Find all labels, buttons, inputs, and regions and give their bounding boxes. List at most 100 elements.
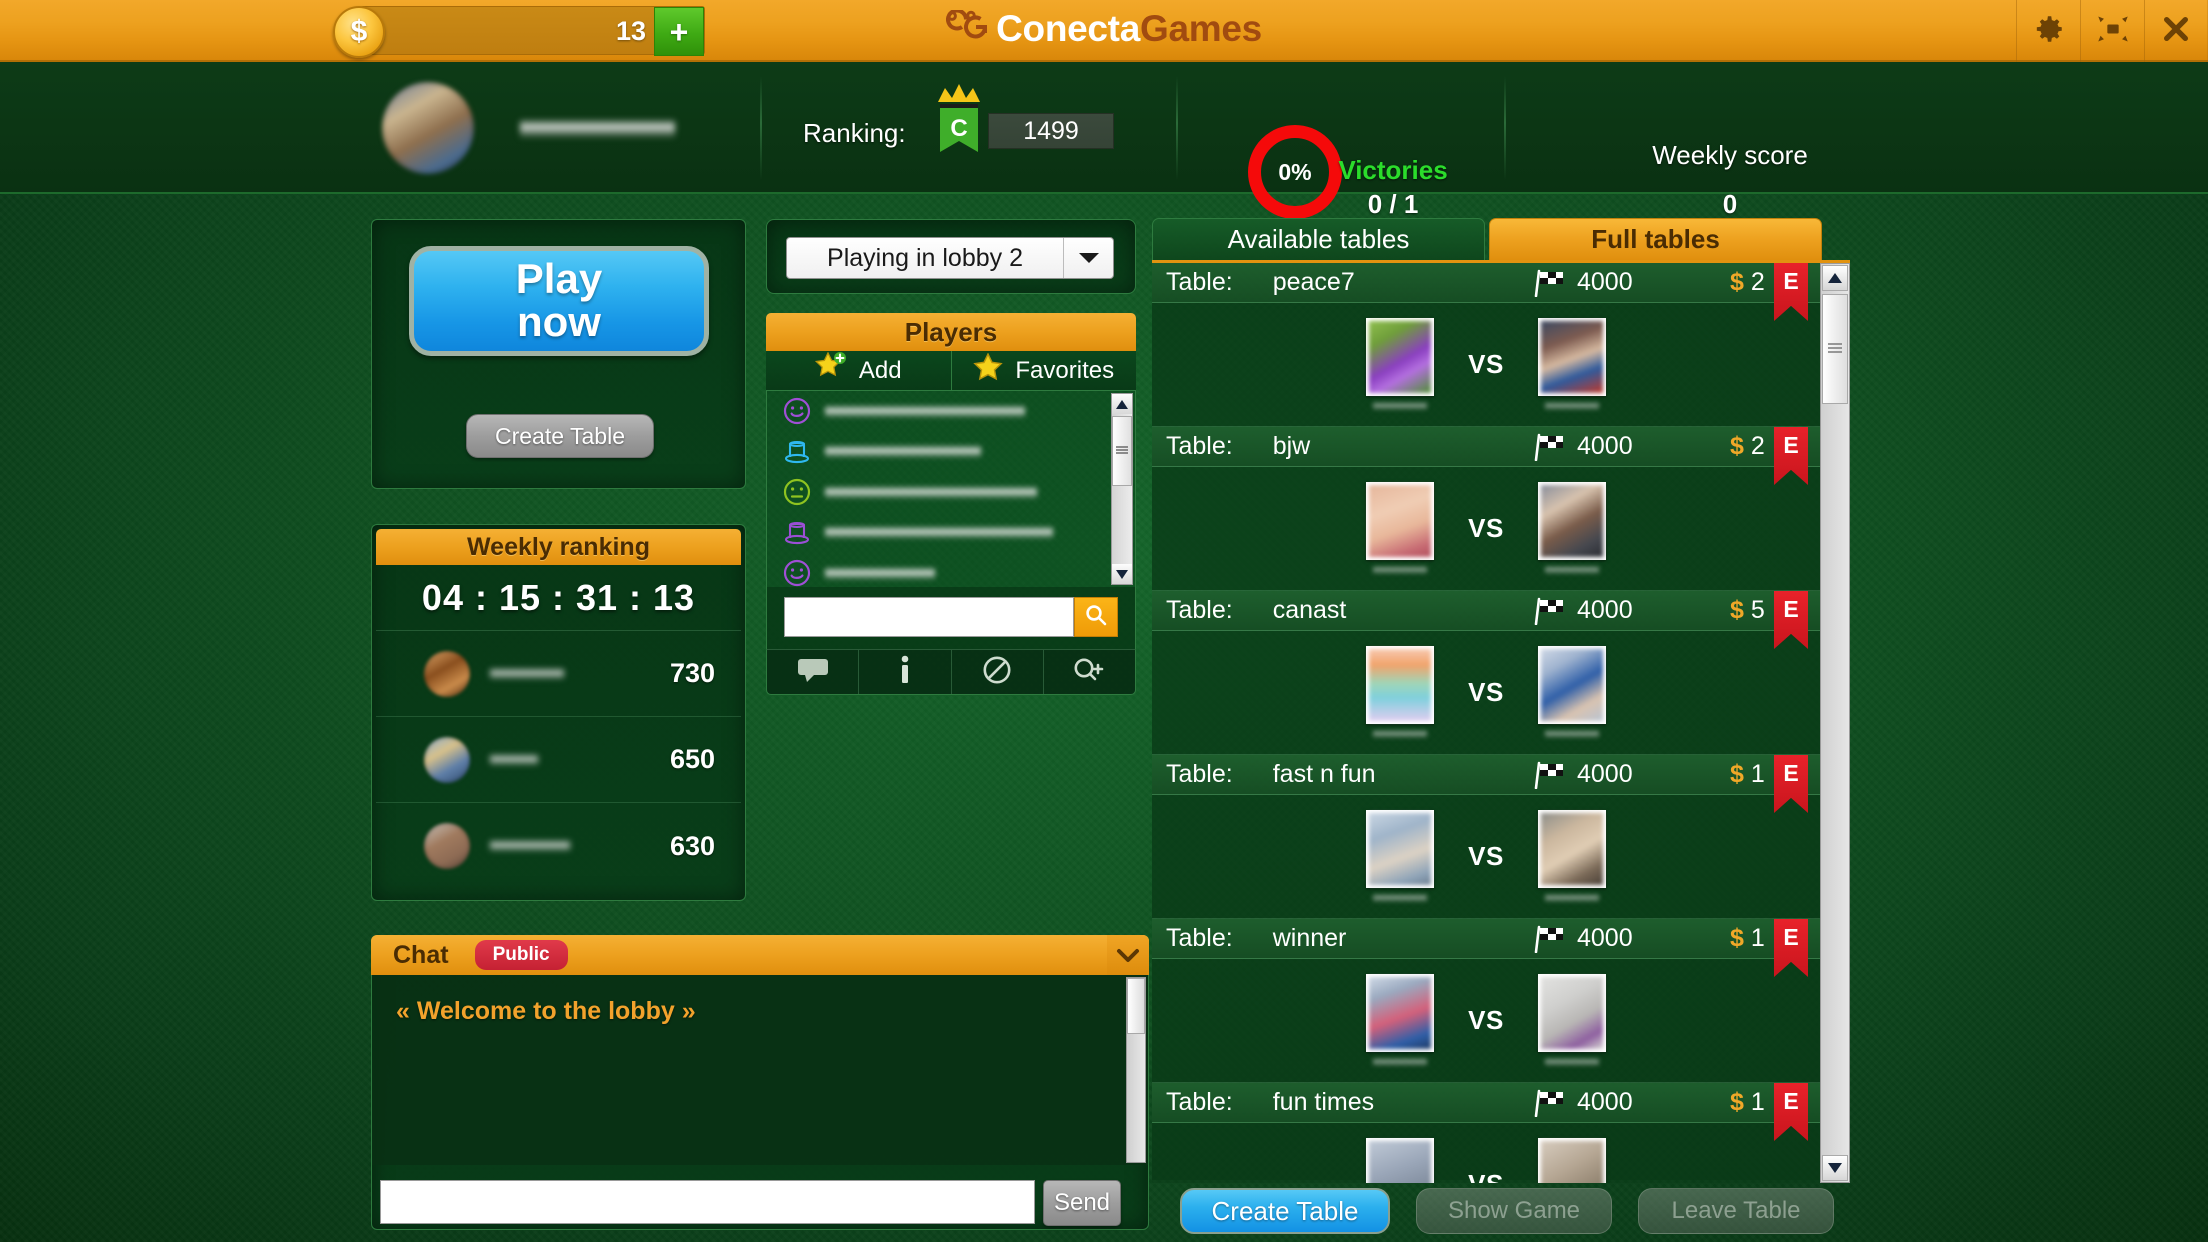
player-list-item[interactable] (767, 391, 1135, 432)
settings-button[interactable] (2016, 0, 2080, 62)
player-name (825, 402, 1025, 420)
star-plus-icon (814, 351, 847, 389)
weekly-ranking-row[interactable]: 630 (376, 803, 741, 889)
table-label: Table: (1166, 432, 1233, 460)
table-player-right (1537, 1138, 1606, 1183)
avatar (424, 736, 470, 783)
weekly-ranking-title: Weekly ranking (376, 529, 741, 565)
weekly-ranking-row[interactable]: 730 (376, 631, 741, 717)
chat-input[interactable] (380, 1180, 1035, 1224)
dollar-icon: $ (1730, 268, 1744, 296)
smiley-icon (777, 397, 817, 425)
table-row-body: VS (1152, 959, 1820, 1082)
ranking-label: Ranking: (803, 118, 906, 148)
close-button[interactable] (2144, 0, 2208, 62)
table-fee-value: 1 (1750, 1088, 1765, 1116)
lobby-select-value: Playing in lobby 2 (827, 243, 1023, 272)
table-row[interactable]: Table: winner 4000 $1 E VS (1152, 919, 1820, 1083)
weekly-ranking-score: 730 (669, 658, 715, 688)
table-fee: $1 (1730, 1088, 1765, 1117)
chevron-down-icon (1115, 940, 1141, 971)
chat-scrollbar[interactable] (1126, 977, 1146, 1163)
table-points: 4000 (1577, 596, 1633, 624)
player-name (825, 483, 1037, 501)
player-name (490, 665, 564, 682)
player-list-item[interactable] (767, 513, 1135, 554)
search-player-action-button[interactable] (1044, 650, 1135, 694)
table-row[interactable]: Table:fun times4000$1EVS (1152, 1083, 1820, 1183)
avatar (1366, 318, 1435, 396)
tab-full-tables[interactable]: Full tables (1489, 218, 1822, 260)
info-action-button[interactable] (859, 650, 952, 694)
avatar[interactable] (382, 82, 474, 174)
tables-list[interactable]: Table: peace7 4000 $2 E VS Table: bjw 4000 $2 E VS T… (1152, 263, 1820, 1183)
table-name: peace7 (1272, 268, 1355, 296)
table-name: fun times (1272, 1088, 1375, 1116)
player-name (825, 564, 935, 582)
search-input[interactable] (784, 597, 1074, 637)
header-divider-3 (1504, 76, 1506, 180)
triangle-down-icon[interactable] (1822, 1155, 1848, 1181)
players-list[interactable] (766, 391, 1136, 587)
table-row[interactable]: Table: fast n fun 4000 $1 E VS (1152, 755, 1820, 919)
send-button[interactable]: Send (1043, 1180, 1121, 1226)
players-favorites-tab[interactable]: Favorites (951, 351, 1136, 390)
avatar (1366, 482, 1435, 560)
table-player-left (1366, 810, 1435, 903)
table-row-body: VS (1152, 303, 1820, 426)
tab-available-tables[interactable]: Available tables (1152, 218, 1485, 260)
chat-scroll-thumb[interactable] (1127, 978, 1145, 1034)
table-row[interactable]: Table: canast 4000 $5 E VS (1152, 591, 1820, 755)
triangle-down-icon[interactable] (1112, 564, 1132, 584)
dollar-icon: $ (1730, 1088, 1744, 1116)
avatar (424, 823, 470, 869)
neutral-icon (777, 478, 817, 506)
table-fee: $5 (1730, 596, 1765, 625)
checkered-flag-icon (1532, 761, 1566, 789)
checkered-flag-icon (1532, 1089, 1566, 1117)
avatar (1366, 1138, 1435, 1183)
table-fee-value: 2 (1750, 432, 1765, 460)
play-now-button[interactable]: Play now (409, 246, 709, 356)
triangle-up-icon[interactable] (1112, 394, 1132, 414)
chat-title: Chat (393, 940, 449, 969)
lobby-select[interactable]: Playing in lobby 2 (786, 237, 1114, 279)
chat-action-button[interactable] (767, 650, 860, 694)
victories-label: Victories (1338, 155, 1448, 185)
block-action-button[interactable] (952, 650, 1044, 694)
chevron-down-icon (1063, 238, 1113, 278)
player-list-item[interactable] (767, 553, 1135, 587)
tables-scroll-thumb[interactable] (1822, 294, 1848, 404)
player-list-item[interactable] (767, 472, 1135, 513)
players-scroll-thumb[interactable] (1112, 416, 1132, 486)
create-table-button-left[interactable]: Create Table (466, 414, 654, 458)
player-name (490, 751, 538, 768)
create-table-button[interactable]: Create Table (1180, 1188, 1390, 1234)
chat-collapse-button[interactable] (1107, 935, 1149, 975)
table-row[interactable]: Table: bjw 4000 $2 E VS (1152, 427, 1820, 591)
chat-channel-badge[interactable]: Public (474, 940, 568, 970)
weekly-ranking-timer: 04 : 15 : 31 : 13 (376, 565, 741, 631)
table-label: Table: (1166, 924, 1233, 952)
players-add-tab[interactable]: Add (766, 351, 952, 390)
tables-scrollbar[interactable] (1820, 263, 1850, 1183)
weekly-score-value: 0 (1722, 189, 1738, 219)
player-name (1544, 729, 1599, 739)
block-icon (982, 655, 1012, 690)
info-icon (897, 655, 913, 690)
search-button[interactable] (1074, 597, 1118, 637)
window-controls (2016, 0, 2208, 62)
table-row-header: Table: winner 4000 $1 E (1152, 919, 1820, 977)
svg-text:C: C (950, 115, 967, 142)
triangle-up-icon[interactable] (1822, 265, 1848, 291)
table-row[interactable]: Table: peace7 4000 $2 E VS (1152, 263, 1820, 427)
weekly-score-label: Weekly score (1652, 140, 1808, 170)
weekly-ranking-row[interactable]: 650 (376, 717, 741, 803)
tophat-icon (777, 520, 817, 546)
fullscreen-button[interactable] (2080, 0, 2144, 62)
avatar (1537, 974, 1606, 1052)
checkered-flag-icon (1532, 269, 1566, 297)
players-scrollbar[interactable] (1111, 393, 1133, 585)
avatar (1537, 810, 1606, 888)
player-list-item[interactable] (767, 432, 1135, 473)
